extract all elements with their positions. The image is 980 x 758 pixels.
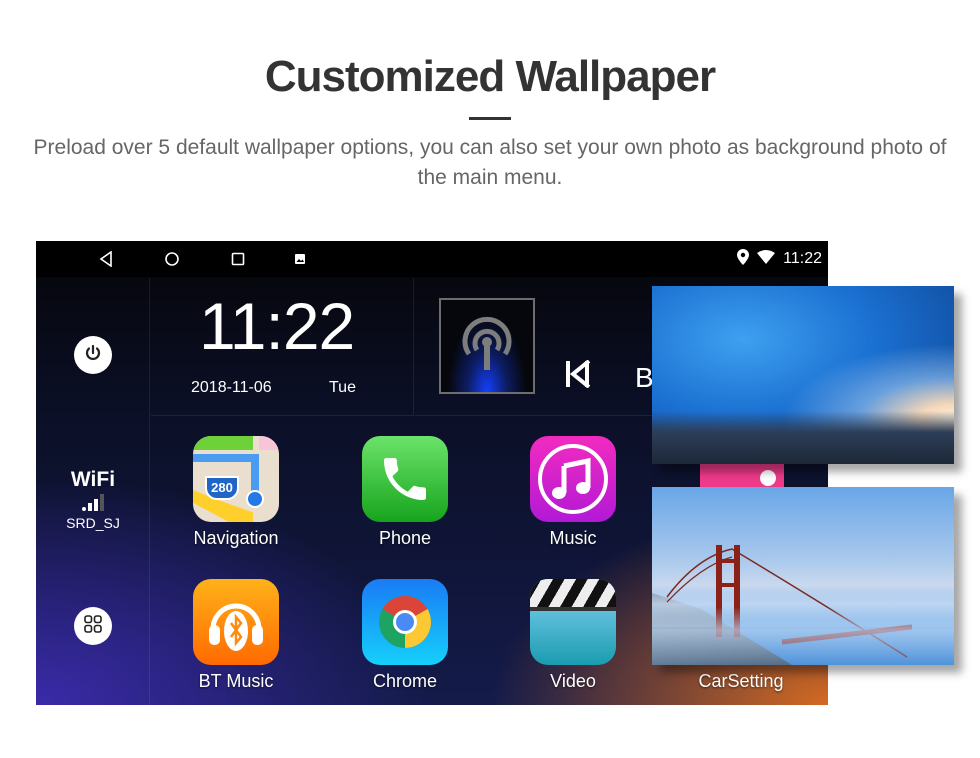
- title-divider: [469, 117, 511, 120]
- page-title: Customized Wallpaper: [264, 52, 716, 101]
- power-button[interactable]: [74, 336, 112, 374]
- sidebar: WiFi SRD_SJ: [36, 278, 150, 705]
- app-label: Music: [549, 528, 597, 548]
- wifi-title: WiFi: [70, 468, 116, 491]
- app-chrome[interactable]: Chrome: [330, 579, 480, 692]
- wifi-ssid: SRD_SJ: [66, 515, 120, 531]
- back-icon[interactable]: [96, 249, 116, 269]
- clock-time: 11:22: [199, 289, 355, 363]
- app-label: CarSetting: [698, 671, 784, 691]
- location-icon: [737, 248, 750, 270]
- chrome-icon: [362, 579, 448, 665]
- clock-day: Tue: [329, 379, 356, 396]
- app-navigation[interactable]: 280 Navigation: [161, 436, 311, 549]
- app-phone[interactable]: Phone: [330, 436, 480, 549]
- page-subtitle: Preload over 5 default wallpaper options…: [33, 136, 947, 189]
- phone-icon: [362, 436, 448, 522]
- media-title: B: [635, 362, 654, 393]
- radio-antenna-icon: [459, 314, 515, 379]
- wallpaper-ice-cave: [652, 286, 954, 464]
- app-label: Video: [550, 671, 596, 691]
- skip-previous-icon: [565, 359, 591, 395]
- app-label: BT Music: [198, 671, 274, 691]
- wallpaper-golden-gate-bridge: [652, 487, 954, 665]
- all-apps-button[interactable]: [74, 607, 112, 645]
- skip-previous-button[interactable]: [565, 359, 591, 396]
- app-label: Chrome: [372, 671, 438, 691]
- screenshot-icon[interactable]: [290, 249, 310, 269]
- app-bt-music[interactable]: BT Music: [161, 579, 311, 692]
- hidden-app-icon: [700, 464, 784, 488]
- status-bar: 11:22: [36, 241, 828, 277]
- clock-widget[interactable]: 11:22 2018-11-06 Tue: [151, 278, 414, 416]
- apps-grid-icon: [84, 614, 102, 638]
- clock-date: 2018-11-06: [191, 379, 272, 396]
- app-video[interactable]: Video: [498, 579, 648, 692]
- clapperboard-icon: [530, 579, 616, 665]
- recents-icon[interactable]: [228, 249, 248, 269]
- music-note-icon: [530, 436, 616, 522]
- bluetooth-headphones-icon: [193, 579, 279, 665]
- power-icon: [84, 344, 102, 367]
- home-icon[interactable]: [162, 249, 182, 269]
- app-label: Navigation: [193, 528, 279, 548]
- app-label: Phone: [378, 528, 432, 548]
- wifi-signal-icon: [36, 493, 150, 511]
- maps-icon: 280: [193, 436, 279, 522]
- wifi-icon: [757, 249, 776, 269]
- app-music[interactable]: Music: [498, 436, 648, 549]
- map-route-badge: 280: [205, 476, 239, 500]
- status-time: 11:22: [783, 250, 822, 267]
- wifi-status[interactable]: WiFi SRD_SJ: [36, 468, 150, 531]
- media-artwork[interactable]: [439, 298, 535, 394]
